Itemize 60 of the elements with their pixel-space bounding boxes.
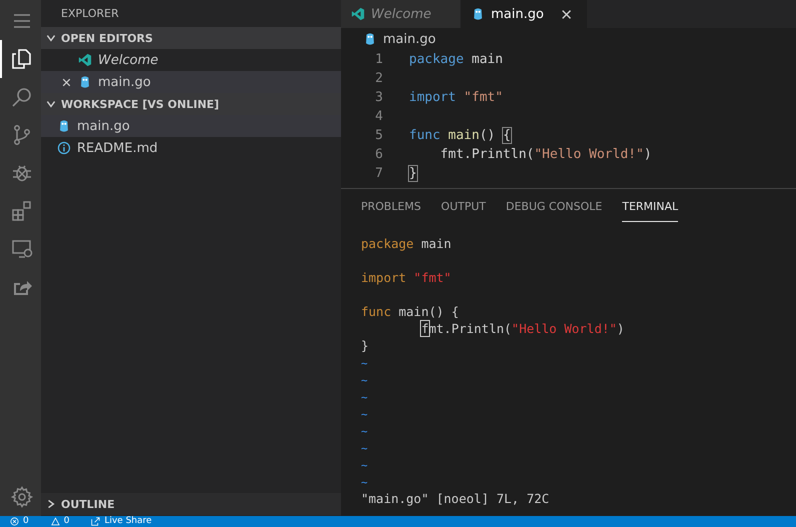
code-line: package main — [409, 52, 503, 67]
terminal-line: ~ — [361, 356, 368, 370]
line-number: 2 — [374, 71, 384, 86]
terminal-line: ~ — [361, 407, 368, 421]
terminal-line: func main() { — [361, 304, 459, 319]
line-number: 1 — [374, 52, 384, 67]
close-icon — [61, 76, 72, 88]
terminal-line: ~ — [361, 373, 368, 387]
line-number: 3 — [374, 90, 384, 105]
line-number: 7 — [374, 166, 384, 181]
code-line: } — [409, 166, 417, 181]
file-item[interactable]: main.go — [41, 71, 341, 93]
section-header[interactable]: WORKSPACE [VS ONLINE] — [41, 93, 341, 115]
editor-tab[interactable]: Welcome — [341, 0, 461, 28]
extensions-icon — [10, 199, 34, 223]
terminal-line: "main.go" [noeol] 7L, 72C — [361, 491, 550, 506]
gopher-file-icon — [78, 75, 92, 89]
gopher-file-icon — [57, 119, 71, 133]
status-item[interactable]: 0 — [10, 516, 29, 527]
editor-tab[interactable]: main.go — [461, 0, 588, 28]
breadcrumb[interactable]: main.go — [383, 32, 436, 46]
file-item[interactable]: main.go — [41, 115, 341, 137]
warning-icon — [50, 517, 60, 526]
status-item[interactable]: Live Share — [91, 516, 152, 527]
settings-icon — [10, 485, 34, 509]
line-number: 6 — [374, 147, 384, 162]
line-number: 5 — [374, 128, 384, 143]
line-number: 4 — [374, 109, 384, 124]
gopher-file-icon — [363, 32, 377, 46]
file-item[interactable]: README.md — [41, 137, 341, 159]
code-line: func main() { — [409, 128, 511, 143]
panel-tab[interactable]: PROBLEMS — [361, 199, 422, 221]
terminal-line: ~ — [361, 390, 368, 404]
panel-tab[interactable]: DEBUG CONSOLE — [506, 199, 602, 221]
file-item[interactable]: Welcome — [41, 49, 341, 71]
search-icon — [10, 85, 34, 109]
error-icon — [10, 517, 19, 526]
terminal-line: package main — [361, 236, 452, 251]
share-icon — [91, 517, 100, 526]
terminal-line: import "fmt" — [361, 270, 452, 285]
terminal-line: ~ — [361, 475, 368, 489]
code-line: fmt.Println("Hello World!") — [439, 147, 652, 162]
panel-tab[interactable]: OUTPUT — [441, 199, 486, 221]
section-header[interactable]: OUTLINE — [41, 493, 341, 515]
panel-tab[interactable]: TERMINAL — [622, 199, 678, 222]
sidebar-title: EXPLORER — [60, 6, 119, 22]
gopher-file-icon — [471, 7, 485, 21]
terminal-line: } — [361, 338, 369, 353]
files-icon — [10, 47, 34, 71]
code-line: import "fmt" — [409, 90, 503, 105]
terminal-line: ~ — [361, 458, 368, 472]
info-icon — [57, 141, 71, 155]
status-item[interactable]: 0 — [50, 516, 70, 527]
terminal-line: fmt.Println("Hello World!") — [420, 321, 624, 336]
terminal-line: ~ — [361, 424, 368, 438]
close-icon — [560, 8, 573, 20]
vscode-logo-icon — [78, 53, 92, 67]
section-header[interactable]: OPEN EDITORS — [41, 27, 341, 49]
vscode-logo-icon — [351, 7, 365, 21]
terminal-line: ~ — [361, 441, 368, 455]
